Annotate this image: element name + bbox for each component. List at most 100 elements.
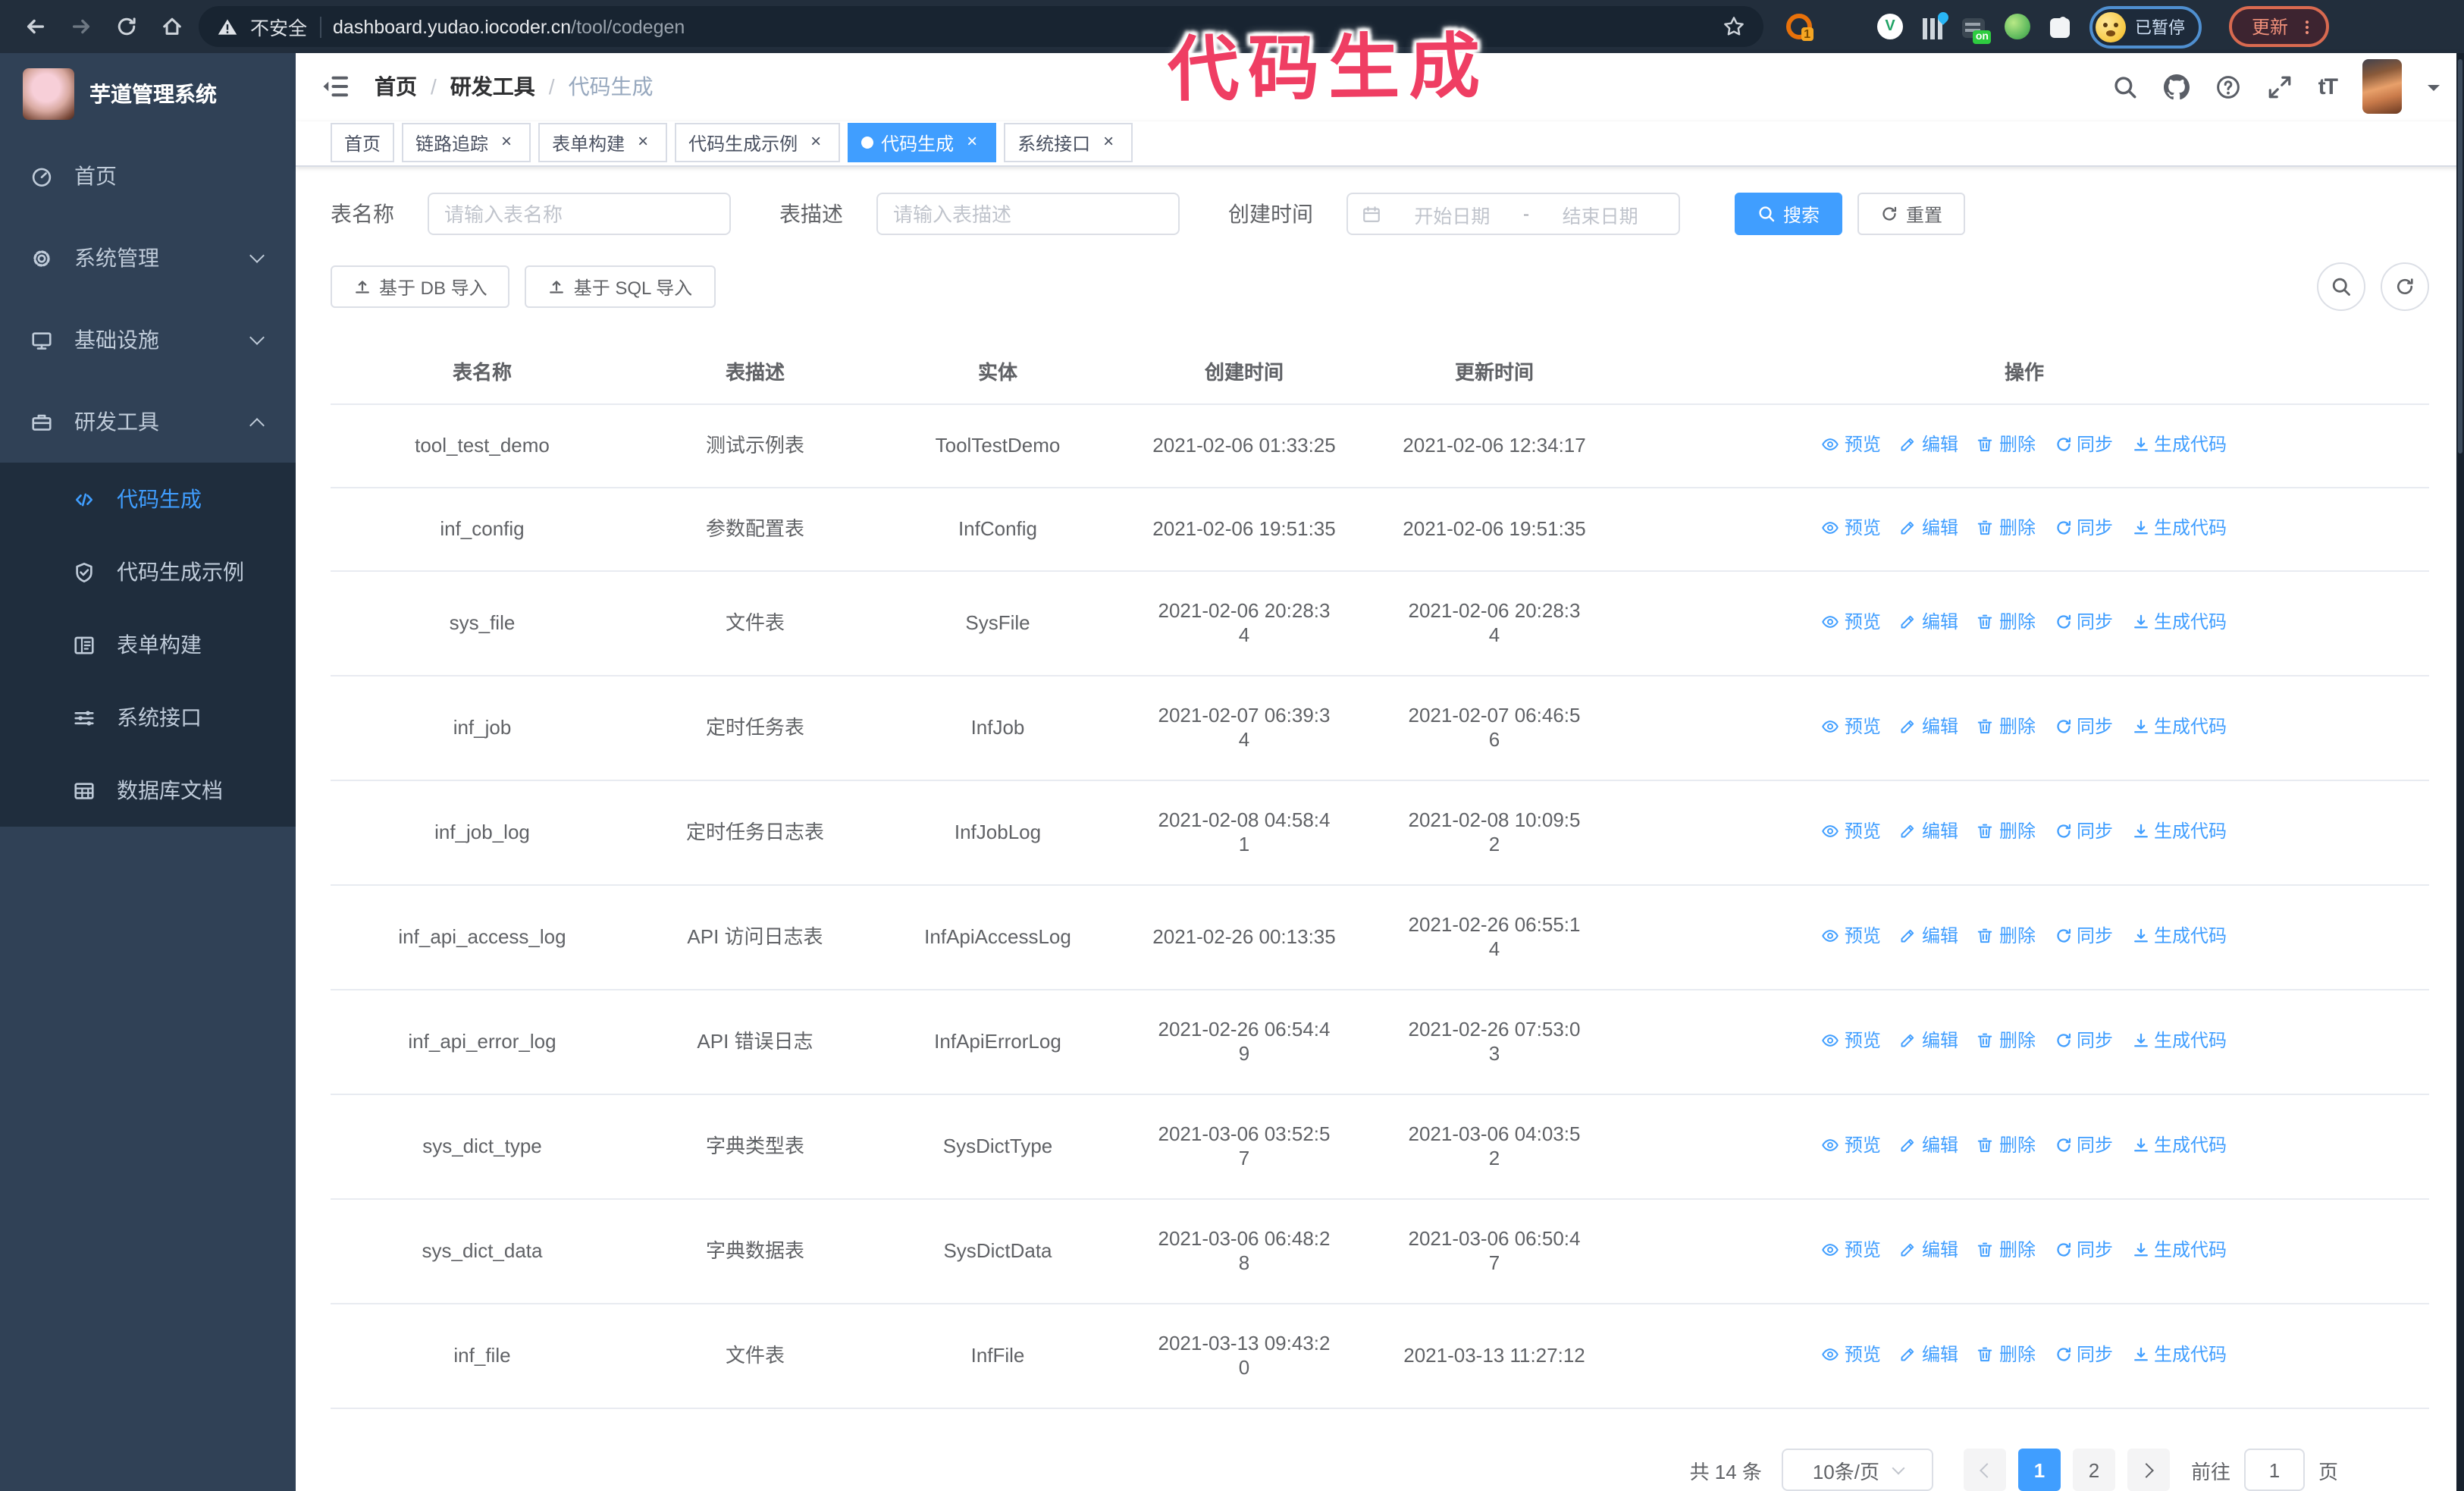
sidebar-menu-item[interactable]: 表单构建 (0, 608, 296, 681)
row-action-link[interactable]: 编辑 (1899, 819, 1958, 843)
row-action-link[interactable]: 生成代码 (2131, 1028, 2227, 1053)
extension-switch-icon[interactable]: on (1962, 18, 1991, 44)
row-action-link[interactable]: 同步 (2054, 819, 2113, 843)
row-action-link[interactable]: 删除 (1977, 1238, 2036, 1262)
row-action-link[interactable]: 预览 (1822, 819, 1881, 843)
sidebar-menu-item[interactable]: 研发工具 (0, 381, 296, 463)
font-size-icon[interactable]: tT (2318, 74, 2338, 100)
reset-button[interactable]: 重置 (1857, 193, 1966, 235)
row-action-link[interactable]: 生成代码 (2131, 819, 2227, 843)
extension-gem-icon[interactable] (1832, 14, 1857, 39)
row-action-link[interactable]: 生成代码 (2131, 610, 2227, 634)
scrollbar[interactable] (2456, 53, 2464, 1491)
breadcrumb-link[interactable]: 代码生成 (569, 72, 654, 102)
row-action-link[interactable]: 编辑 (1899, 1028, 1958, 1053)
help-icon[interactable] (2215, 74, 2241, 100)
user-avatar[interactable] (2362, 59, 2402, 115)
tab[interactable]: 链路追踪 × (402, 123, 531, 163)
prev-page-button[interactable] (1963, 1449, 2006, 1491)
next-page-button[interactable] (2127, 1449, 2170, 1491)
row-action-link[interactable]: 预览 (1822, 1238, 1881, 1262)
extension-frog-icon[interactable] (2005, 14, 2030, 39)
row-action-link[interactable]: 删除 (1977, 819, 2036, 843)
github-icon[interactable] (2164, 74, 2190, 100)
tab-close-icon[interactable]: × (496, 132, 517, 154)
tab-close-icon[interactable]: × (1098, 132, 1119, 154)
sidebar-menu-item[interactable]: 系统管理 (0, 217, 296, 299)
hamburger-icon[interactable] (320, 72, 350, 102)
tab[interactable]: 系统接口 × (1004, 123, 1133, 163)
import-sql-button[interactable]: 基于 SQL 导入 (525, 265, 716, 308)
row-action-link[interactable]: 同步 (2054, 1028, 2113, 1053)
row-action-link[interactable]: 编辑 (1899, 924, 1958, 948)
table-name-input[interactable] (428, 193, 731, 235)
page-size-select[interactable]: 10条/页 (1781, 1449, 1933, 1491)
tab-close-icon[interactable]: × (805, 132, 826, 154)
search-button[interactable]: 搜索 (1735, 193, 1843, 235)
start-date-placeholder[interactable]: 开始日期 (1387, 199, 1517, 228)
tab[interactable]: 代码生成 × (848, 123, 997, 163)
extensions-puzzle-icon[interactable] (2050, 17, 2070, 38)
row-action-link[interactable]: 删除 (1977, 516, 2036, 540)
profile-paused-badge[interactable]: 已暂停 (2089, 5, 2202, 48)
date-range-input[interactable]: 开始日期 - 结束日期 (1346, 193, 1680, 235)
tab[interactable]: 表单构建 × (538, 123, 668, 163)
row-action-link[interactable]: 生成代码 (2131, 1238, 2227, 1262)
extension-columns-icon[interactable] (1923, 17, 1942, 39)
not-secure-warning-icon[interactable] (217, 16, 238, 37)
home-icon[interactable] (161, 15, 183, 38)
row-action-link[interactable]: 生成代码 (2131, 924, 2227, 948)
app-logo[interactable]: 芋道管理系统 (0, 53, 296, 135)
row-action-link[interactable]: 同步 (2054, 714, 2113, 739)
row-action-link[interactable]: 预览 (1822, 1342, 1881, 1367)
page-number-button[interactable]: 2 (2072, 1449, 2115, 1491)
address-bar[interactable]: 不安全 dashboard.yudao.iocoder.cn/tool/code… (199, 6, 1763, 47)
row-action-link[interactable]: 删除 (1977, 1133, 2036, 1157)
browser-menu-kebab-icon[interactable] (2299, 16, 2315, 37)
row-action-link[interactable]: 编辑 (1899, 714, 1958, 739)
row-action-link[interactable]: 删除 (1977, 924, 2036, 948)
row-action-link[interactable]: 预览 (1822, 516, 1881, 540)
sidebar-menu-item[interactable]: 代码生成示例 (0, 535, 296, 608)
reload-icon[interactable] (115, 15, 138, 38)
sidebar-menu-item[interactable]: 首页 (0, 135, 296, 217)
page-number-button[interactable]: 1 (2017, 1449, 2061, 1491)
row-action-link[interactable]: 生成代码 (2131, 714, 2227, 739)
sidebar-menu-item[interactable]: 系统接口 (0, 681, 296, 754)
goto-page-input[interactable] (2243, 1449, 2305, 1491)
breadcrumb-link[interactable]: 研发工具 (450, 72, 535, 102)
back-icon[interactable] (24, 15, 47, 38)
search-icon[interactable] (2112, 74, 2138, 100)
extension-v-icon[interactable]: V (1877, 14, 1903, 39)
row-action-link[interactable]: 删除 (1977, 610, 2036, 634)
row-action-link[interactable]: 同步 (2054, 924, 2113, 948)
row-action-link[interactable]: 同步 (2054, 1342, 2113, 1367)
row-action-link[interactable]: 同步 (2054, 516, 2113, 540)
breadcrumb-link[interactable]: 首页 (375, 72, 417, 102)
tab[interactable]: 代码生成示例 × (675, 123, 841, 163)
row-action-link[interactable]: 删除 (1977, 1028, 2036, 1053)
forward-icon[interactable] (70, 15, 92, 38)
row-action-link[interactable]: 生成代码 (2131, 516, 2227, 540)
row-action-link[interactable]: 编辑 (1899, 432, 1958, 457)
tab-close-icon[interactable]: × (961, 132, 983, 154)
fullscreen-icon[interactable] (2267, 74, 2293, 100)
toggle-search-button[interactable] (2317, 262, 2365, 311)
row-action-link[interactable]: 预览 (1822, 432, 1881, 457)
row-action-link[interactable]: 预览 (1822, 1028, 1881, 1053)
row-action-link[interactable]: 删除 (1977, 714, 2036, 739)
row-action-link[interactable]: 预览 (1822, 1133, 1881, 1157)
sidebar-menu-item[interactable]: 基础设施 (0, 299, 296, 381)
import-db-button[interactable]: 基于 DB 导入 (331, 265, 510, 308)
row-action-link[interactable]: 删除 (1977, 1342, 2036, 1367)
row-action-link[interactable]: 同步 (2054, 432, 2113, 457)
row-action-link[interactable]: 编辑 (1899, 1133, 1958, 1157)
end-date-placeholder[interactable]: 结束日期 (1535, 199, 1665, 228)
row-action-link[interactable]: 生成代码 (2131, 1342, 2227, 1367)
row-action-link[interactable]: 生成代码 (2131, 1133, 2227, 1157)
row-action-link[interactable]: 预览 (1822, 924, 1881, 948)
row-action-link[interactable]: 同步 (2054, 610, 2113, 634)
row-action-link[interactable]: 预览 (1822, 714, 1881, 739)
row-action-link[interactable]: 同步 (2054, 1238, 2113, 1262)
tab[interactable]: 首页 × (331, 123, 395, 163)
